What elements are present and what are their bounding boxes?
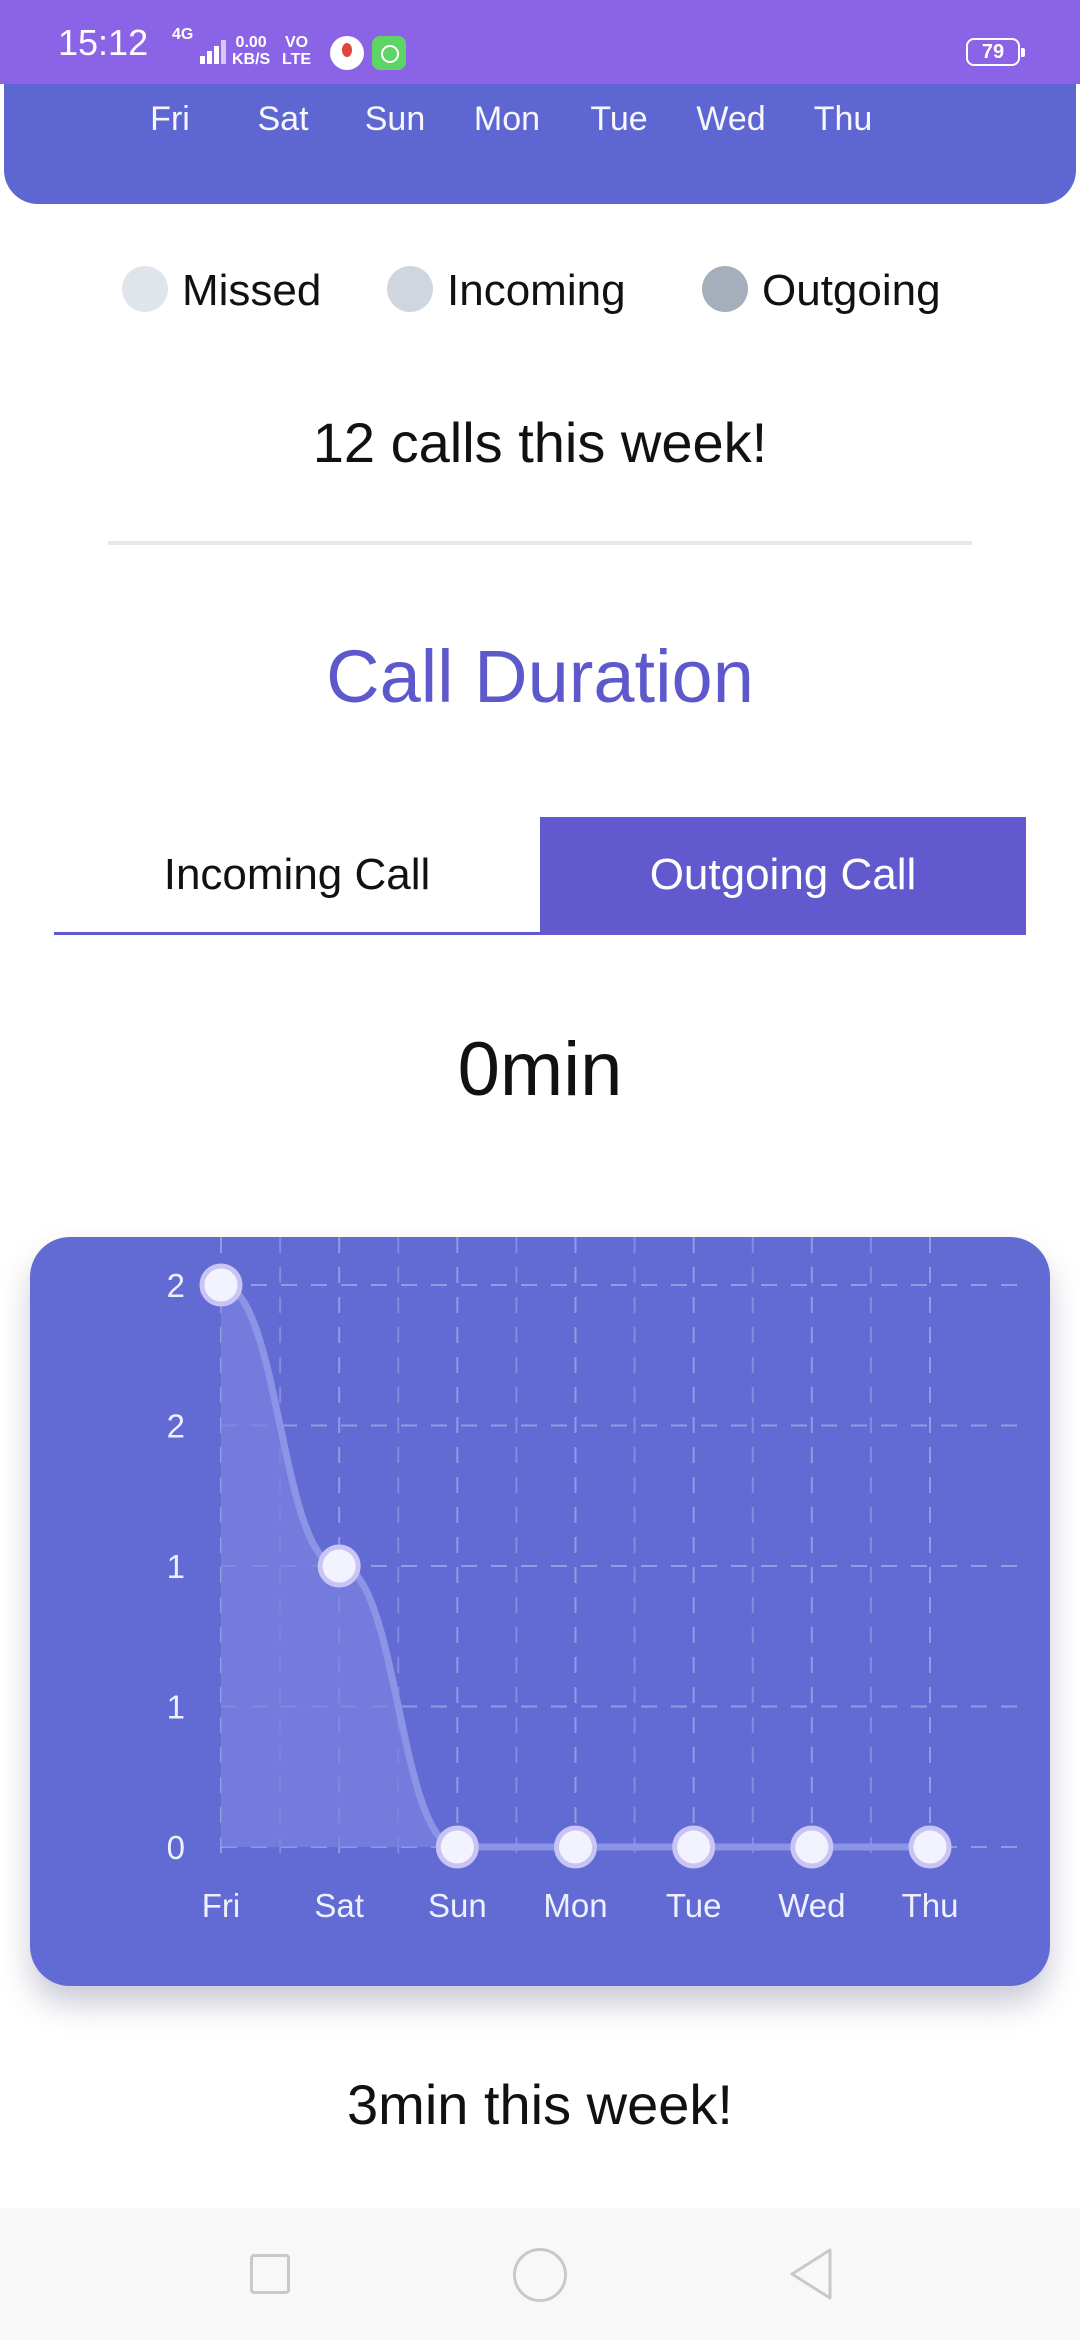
weekday-label: Thu: [813, 100, 873, 138]
back-icon[interactable]: [786, 2246, 836, 2302]
navigation-bar: [0, 2208, 1080, 2340]
data-point: [199, 1263, 243, 1307]
calls-summary: 12 calls this week!: [312, 411, 768, 474]
data-point: [672, 1825, 716, 1869]
x-tick-label: Sun: [428, 1887, 487, 1924]
x-tick-label: Tue: [666, 1887, 722, 1924]
legend-label: Missed: [182, 266, 322, 315]
y-tick-label: 2: [167, 1408, 185, 1445]
legend-label: Outgoing: [762, 266, 941, 315]
x-tick-label: Mon: [543, 1887, 607, 1924]
tab-outgoing-call[interactable]: Outgoing Call: [540, 817, 1026, 935]
network-speed: 0.00 KB/S: [232, 34, 270, 68]
weekday-label: Fri: [150, 100, 190, 138]
duration-line-chart: 0 1 1 2 2 Fri Sat Sun Mon Tue Wed Thu: [167, 1237, 1020, 1924]
weekday-label: Wed: [696, 100, 766, 138]
y-tick-label: 1: [167, 1689, 185, 1726]
weekday-label: Sat: [257, 100, 309, 138]
home-icon[interactable]: [513, 2248, 567, 2302]
incoming-swatch: [387, 266, 433, 312]
volte-top: VO: [284, 34, 309, 51]
network-type: 4G: [172, 26, 194, 43]
status-time: 15:12: [58, 22, 149, 63]
data-point: [790, 1825, 834, 1869]
signal-icon: [200, 38, 226, 64]
y-tick-label: 2: [167, 1267, 185, 1304]
chat-notification-icon: [372, 36, 406, 70]
volte-indicator: VO LTE: [282, 34, 311, 68]
tab-incoming-call[interactable]: Incoming Call: [54, 817, 540, 935]
speed-unit: KB/S: [232, 51, 271, 68]
x-tick-label: Thu: [902, 1887, 959, 1924]
weekday-label: Mon: [473, 100, 541, 138]
legend-label: Incoming: [447, 266, 626, 315]
weekday-label: Tue: [590, 100, 648, 138]
speed-value: 0.00: [235, 34, 267, 51]
status-bar: 15:12 4G 0.00 KB/S VO LTE 79: [0, 0, 1080, 84]
recent-apps-icon[interactable]: [250, 2254, 290, 2294]
maps-notification-icon: [330, 36, 364, 70]
x-tick-label: Sat: [314, 1887, 364, 1924]
y-tick-label: 0: [167, 1829, 185, 1866]
x-tick-label: Wed: [778, 1887, 845, 1924]
duration-chart: 0 1 1 2 2 Fri Sat Sun Mon Tue Wed Thu: [30, 1237, 1050, 1986]
duration-value: 0min: [457, 1027, 623, 1112]
data-point: [554, 1825, 597, 1869]
data-point: [908, 1825, 952, 1869]
missed-swatch: [122, 266, 168, 312]
divider: [108, 541, 972, 545]
data-point: [317, 1544, 361, 1588]
battery-icon: 79: [966, 38, 1025, 66]
section-title: Call Duration: [326, 635, 754, 718]
weekday-label: Sun: [364, 100, 426, 138]
outgoing-swatch: [702, 266, 748, 312]
weekday-row: Fri Sat Sun Mon Tue Wed Thu: [4, 100, 1076, 150]
y-tick-label: 1: [167, 1548, 185, 1585]
x-tick-label: Fri: [202, 1887, 240, 1924]
data-point: [435, 1825, 479, 1869]
call-type-legend: Missed Incoming Outgoing: [0, 262, 1080, 322]
weekly-total: 3min this week!: [347, 2073, 733, 2136]
volte-bottom: LTE: [282, 51, 312, 68]
